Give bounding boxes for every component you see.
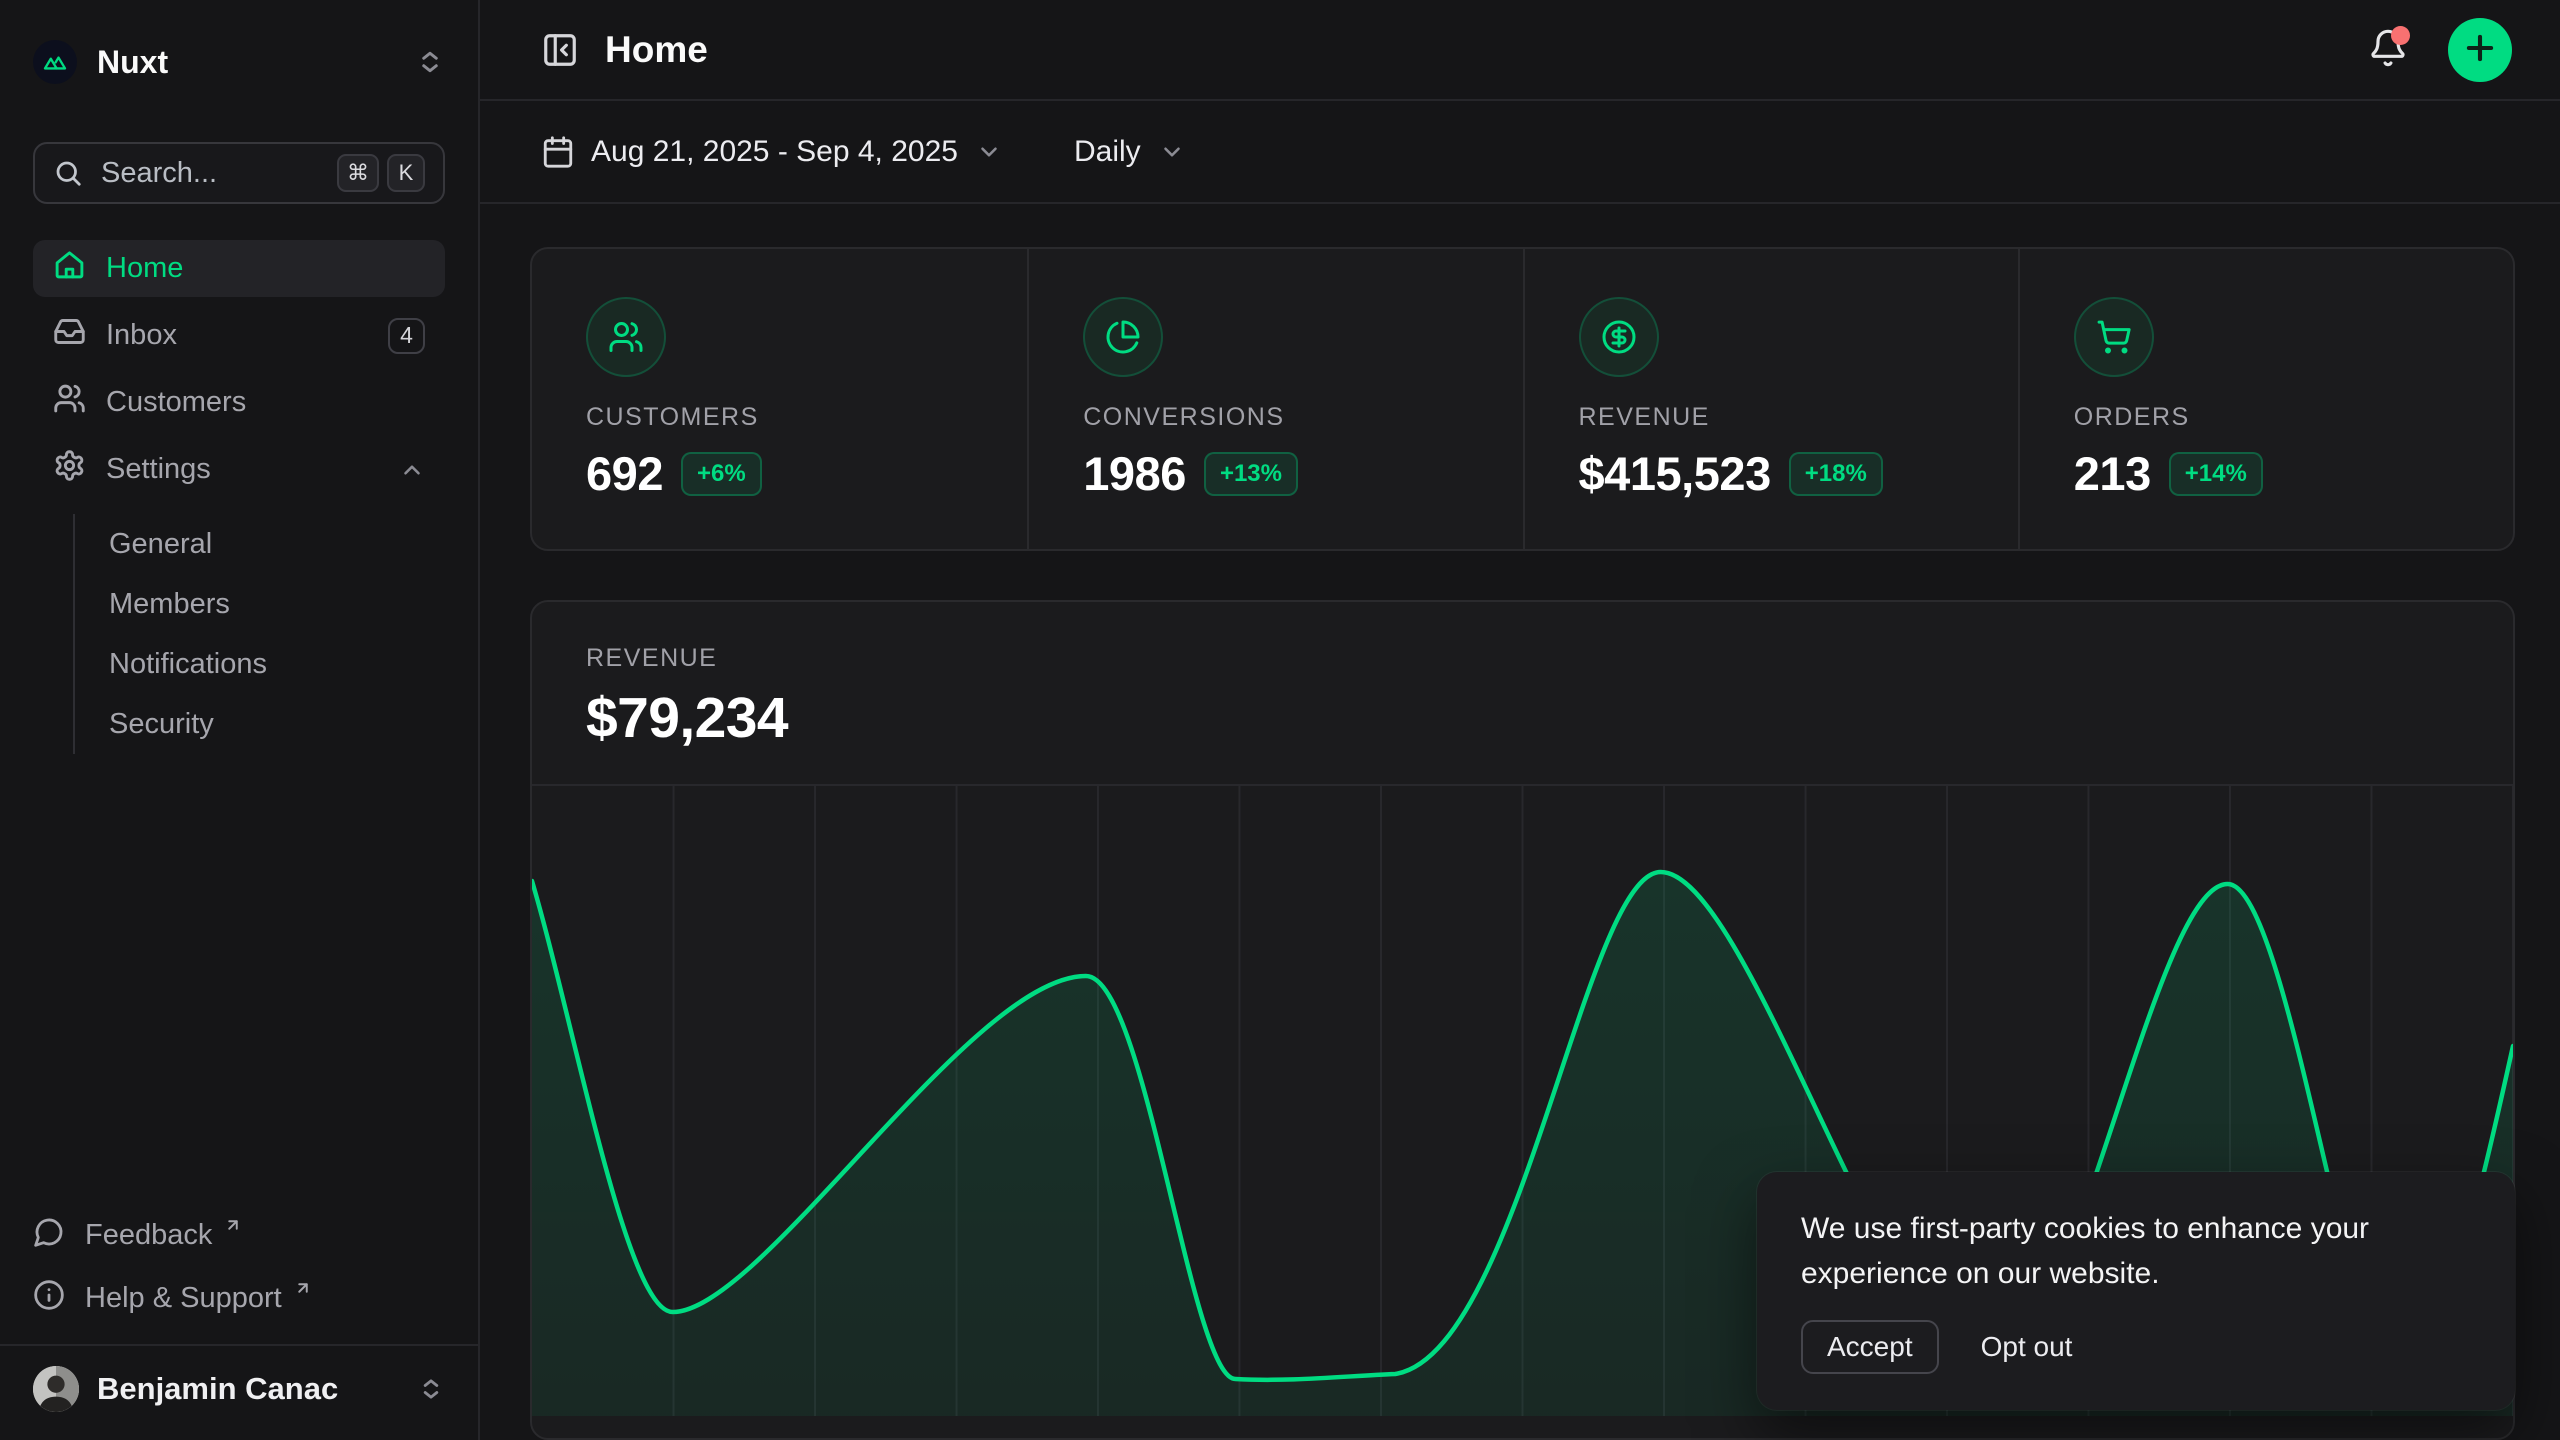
house-icon [53,248,86,289]
page-header: Home [480,0,2560,101]
search-icon [53,158,83,188]
sidebar-nav: Home Inbox 4 C [33,240,445,754]
stat-card-orders[interactable]: ORDERS 213 +14% [2018,249,2513,549]
notification-dot [2391,26,2410,45]
workspace-name: Nuxt [97,44,395,81]
search-placeholder: Search... [101,157,319,190]
search-input[interactable]: Search... ⌘ K [33,142,445,204]
feedback-link[interactable]: Feedback [33,1204,445,1267]
settings-submenu: General Members Notifications Security [73,514,445,754]
stat-delta-badge: +18% [1789,452,1883,496]
accept-button[interactable]: Accept [1801,1320,1939,1374]
nuxt-logo-icon [33,40,77,84]
pie-chart-icon [1083,297,1163,377]
kbd-cmd: ⌘ [337,154,379,192]
sidebar-item-security[interactable]: Security [107,694,445,754]
sidebar-item-label: Inbox [106,319,368,352]
chevron-up-icon [399,457,425,483]
sidebar-item-settings[interactable]: Settings [33,441,445,498]
info-circle-icon [33,1279,65,1319]
granularity-value: Daily [1074,135,1141,169]
stat-card-revenue[interactable]: REVENUE $415,523 +18% [1523,249,2018,549]
users-icon [53,382,86,423]
notifications-button[interactable] [2368,28,2408,71]
inbox-icon [53,315,86,356]
chevrons-up-down-icon [417,1375,445,1403]
stats-row: CUSTOMERS 692 +6% CONVERSIONS 1986 [530,247,2515,551]
main-area: Home [480,0,2560,1440]
stat-label: CONVERSIONS [1083,403,1522,432]
avatar [33,1366,79,1412]
sidebar-spacer [33,754,445,1204]
sidebar-item-label: Home [106,252,425,285]
filters-toolbar: Aug 21, 2025 - Sep 4, 2025 Daily [480,101,2560,204]
stat-label: REVENUE [1579,403,2018,432]
panel-left-close-icon[interactable] [541,31,579,69]
kbd-k: K [387,154,425,192]
stat-delta-badge: +14% [2169,452,2263,496]
users-icon [586,297,666,377]
help-support-link[interactable]: Help & Support [33,1267,445,1330]
inbox-count-badge: 4 [388,318,425,354]
workspace-switcher[interactable]: Nuxt [33,40,445,84]
search-shortcut: ⌘ K [337,154,425,192]
stat-label: CUSTOMERS [586,403,1027,432]
stat-card-conversions[interactable]: CONVERSIONS 1986 +13% [1027,249,1522,549]
sidebar-item-general[interactable]: General [107,514,445,574]
date-range-picker[interactable]: Aug 21, 2025 - Sep 4, 2025 [541,135,1002,169]
revenue-chart-value: $79,234 [586,685,2459,751]
stat-card-customers[interactable]: CUSTOMERS 692 +6% [532,249,1027,549]
stat-value: 692 [586,446,663,501]
stat-value: 213 [2074,446,2151,501]
circle-dollar-icon [1579,297,1659,377]
revenue-chart-header: REVENUE $79,234 [532,602,2513,784]
cookie-banner: We use first-party cookies to enhance yo… [1757,1172,2515,1410]
sidebar-divider [0,1344,478,1346]
message-bubble-icon [33,1216,65,1256]
plus-icon [2461,29,2499,70]
chevron-down-icon [1159,139,1185,165]
shopping-cart-icon [2074,297,2154,377]
stat-value: $415,523 [1579,446,1771,501]
granularity-select[interactable]: Daily [1074,135,1185,169]
calendar-icon [541,135,575,169]
cookie-message: We use first-party cookies to enhance yo… [1801,1206,2471,1296]
sidebar-item-label: Settings [106,453,377,486]
sidebar-item-home[interactable]: Home [33,240,445,297]
stat-delta-badge: +6% [681,452,762,496]
page-title: Home [605,29,708,71]
sidebar-item-inbox[interactable]: Inbox 4 [33,307,445,364]
external-link-icon [224,1216,242,1234]
sidebar-item-label: Customers [106,386,425,419]
add-button[interactable] [2448,18,2512,82]
sidebar-item-customers[interactable]: Customers [33,374,445,431]
user-name: Benjamin Canac [97,1371,399,1407]
stat-label: ORDERS [2074,403,2513,432]
feedback-label: Feedback [85,1219,212,1252]
chevron-down-icon [976,139,1002,165]
chevrons-up-down-icon [415,47,445,77]
sidebar-item-notifications[interactable]: Notifications [107,634,445,694]
revenue-chart-label: REVENUE [586,644,2459,673]
user-menu[interactable]: Benjamin Canac [33,1358,445,1420]
help-support-label: Help & Support [85,1282,282,1315]
stat-delta-badge: +13% [1204,452,1298,496]
date-range-value: Aug 21, 2025 - Sep 4, 2025 [591,135,958,169]
opt-out-button[interactable]: Opt out [1981,1331,2073,1363]
external-link-icon [294,1279,312,1297]
sidebar-item-members[interactable]: Members [107,574,445,634]
sidebar: Nuxt Search... ⌘ K [0,0,480,1440]
stat-value: 1986 [1083,446,1186,501]
gear-icon [53,449,86,490]
app-window: Nuxt Search... ⌘ K [0,0,2560,1440]
